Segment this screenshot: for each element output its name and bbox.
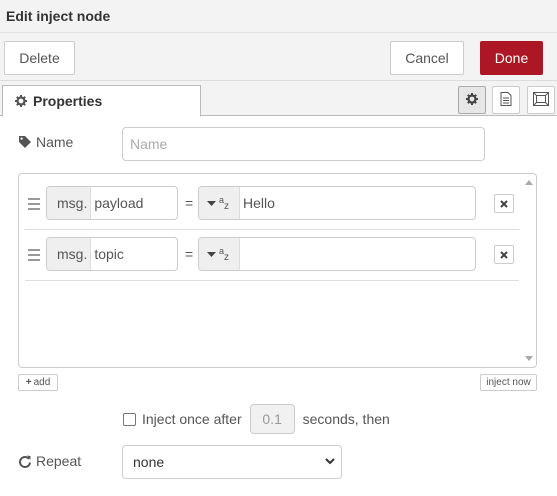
equals-sign: = <box>185 195 194 211</box>
tab-description-button[interactable] <box>492 86 520 114</box>
delete-button[interactable]: Delete <box>4 41 75 75</box>
done-button[interactable]: Done <box>480 41 543 75</box>
tag-icon <box>19 136 31 148</box>
inject-once-checkbox[interactable] <box>123 412 136 426</box>
inject-once-row: Inject once after 0.1 seconds, then <box>123 404 390 434</box>
caret-down-icon <box>207 251 216 257</box>
tab-gear-button[interactable] <box>458 86 486 114</box>
repeat-label-text: Repeat <box>36 453 82 469</box>
inject-now-button[interactable]: inject now <box>480 374 537 391</box>
properties-list: msg. payload = az Hello msg. topic = az <box>18 173 537 368</box>
remove-button[interactable] <box>494 245 514 264</box>
dialog-titlebar: Edit inject node <box>0 0 557 33</box>
caret-down-icon <box>207 200 216 206</box>
list-item: msg. topic = az <box>25 230 519 281</box>
name-label: Name <box>19 134 73 150</box>
inject-once-label: Inject once after <box>142 411 242 427</box>
seconds-label: seconds, then <box>302 411 390 427</box>
property-key-input[interactable]: msg. payload <box>46 186 178 220</box>
property-value: Hello <box>243 195 275 211</box>
name-label-text: Name <box>36 134 74 150</box>
type-select[interactable]: az <box>199 238 240 270</box>
description-icon <box>500 91 512 109</box>
string-az-icon: az <box>219 246 229 263</box>
gear-icon <box>466 92 478 108</box>
drag-handle-icon[interactable] <box>28 198 40 210</box>
string-az-icon: az <box>219 195 229 212</box>
scroll-up-icon[interactable] <box>525 180 533 185</box>
repeat-select-value: none <box>133 454 165 470</box>
property-key: topic <box>94 246 124 262</box>
tab-properties[interactable]: Properties <box>2 85 201 117</box>
add-button[interactable]: + add <box>18 374 58 391</box>
remove-button[interactable] <box>494 194 514 213</box>
type-select[interactable]: az <box>199 187 240 219</box>
cancel-button[interactable]: Cancel <box>390 41 464 75</box>
property-value-input[interactable]: az <box>198 237 476 271</box>
appearance-icon <box>533 91 549 109</box>
msg-prefix: msg. <box>47 187 92 219</box>
list-item: msg. payload = az Hello <box>25 179 519 230</box>
repeat-select[interactable]: none <box>122 445 342 479</box>
inject-once-delay-input[interactable]: 0.1 <box>249 404 295 434</box>
drag-handle-icon[interactable] <box>28 249 40 261</box>
plus-icon: + <box>25 377 32 388</box>
tab-properties-label: Properties <box>33 93 103 109</box>
chevron-down-icon <box>325 458 335 465</box>
property-key-input[interactable]: msg. topic <box>46 237 178 271</box>
dialog-toolbar: Delete Cancel Done <box>0 33 557 81</box>
close-icon <box>500 199 508 208</box>
dialog-title: Edit inject node <box>6 8 111 24</box>
property-value-input[interactable]: az Hello <box>198 186 476 220</box>
property-key: payload <box>94 195 144 211</box>
add-button-label: add <box>33 377 51 388</box>
scrollbar[interactable] <box>522 174 536 367</box>
equals-sign: = <box>185 246 194 262</box>
repeat-label: Repeat <box>19 453 81 469</box>
scroll-down-icon[interactable] <box>525 356 533 361</box>
msg-prefix: msg. <box>47 238 92 270</box>
property-value <box>240 238 243 270</box>
gear-icon <box>15 95 27 107</box>
tabs-bar: Properties <box>0 81 557 117</box>
name-input[interactable] <box>122 127 485 161</box>
close-icon <box>500 250 508 259</box>
tab-appearance-button[interactable] <box>527 86 555 114</box>
refresh-icon <box>19 455 31 468</box>
